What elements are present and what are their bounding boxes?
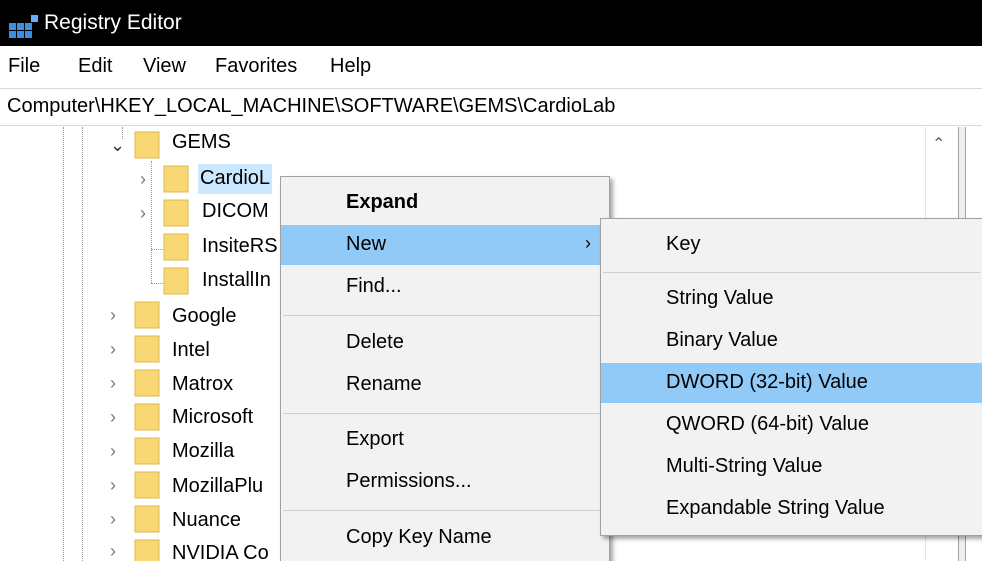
menu-separator — [283, 315, 607, 316]
menu-item-binary-value[interactable]: Binary Value — [601, 321, 982, 361]
tree-item-nuance[interactable]: Nuance — [172, 509, 241, 532]
menu-item-copy-key-name[interactable]: Copy Key Name — [281, 518, 609, 558]
tree-item-cardiolab[interactable]: CardioL — [198, 164, 273, 194]
registry-editor-icon — [9, 15, 38, 38]
title-bar: Registry Editor — [0, 0, 982, 46]
tree-item-insiters[interactable]: InsiteRS — [202, 235, 278, 258]
collapse-chevron-icon[interactable]: ⌄ — [110, 135, 125, 156]
context-menu: Expand New › Find... Delete Rename Expor… — [280, 176, 610, 561]
menu-item-multi-string-value[interactable]: Multi-String Value — [601, 447, 982, 487]
menu-item-new[interactable]: New › — [281, 225, 609, 265]
window-title: Registry Editor — [44, 11, 182, 34]
menu-item-label: Rename — [346, 373, 422, 395]
menu-item-label: Expand — [346, 191, 419, 213]
menu-view[interactable]: View — [143, 55, 186, 78]
menu-item-delete[interactable]: Delete — [281, 323, 609, 363]
folder-icon — [163, 165, 189, 193]
menu-item-expandable-string-value[interactable]: Expandable String Value — [601, 489, 982, 529]
menu-item-qword-value[interactable]: QWORD (64-bit) Value — [601, 405, 982, 445]
menu-edit[interactable]: Edit — [78, 55, 112, 78]
expand-chevron-icon[interactable]: › — [110, 541, 116, 561]
address-bar[interactable]: Computer\HKEY_LOCAL_MACHINE\SOFTWARE\GEM… — [0, 88, 982, 126]
tree-item-nvidia[interactable]: NVIDIA Co — [172, 542, 269, 561]
menu-item-rename[interactable]: Rename — [281, 365, 609, 405]
tree-item-gems[interactable]: GEMS — [172, 131, 231, 154]
menu-item-label: Key — [666, 233, 701, 255]
menu-item-key[interactable]: Key — [601, 225, 982, 265]
menu-item-find[interactable]: Find... — [281, 267, 609, 307]
folder-icon — [134, 301, 160, 329]
tree-guide-line — [82, 127, 83, 561]
menu-item-label: Binary Value — [666, 329, 778, 351]
folder-icon — [134, 335, 160, 363]
expand-chevron-icon[interactable]: › — [110, 305, 116, 326]
tree-guide-line — [63, 127, 64, 561]
menu-item-label: Export — [346, 428, 404, 450]
expand-chevron-icon[interactable]: › — [110, 339, 116, 360]
tree-guide-line — [151, 161, 152, 283]
scroll-up-arrow-icon[interactable]: ⌃ — [932, 134, 945, 154]
expand-chevron-icon[interactable]: › — [110, 373, 116, 394]
menu-help[interactable]: Help — [330, 55, 371, 78]
new-submenu: Key String Value Binary Value DWORD (32-… — [600, 218, 982, 536]
menu-bar: File Edit View Favorites Help — [0, 46, 982, 88]
folder-icon — [134, 539, 160, 561]
menu-separator — [603, 272, 980, 273]
tree-item-google[interactable]: Google — [172, 305, 237, 328]
folder-icon — [163, 267, 189, 295]
menu-item-label: Find... — [346, 275, 402, 297]
menu-item-label: Delete — [346, 331, 404, 353]
folder-icon — [134, 505, 160, 533]
menu-item-label: String Value — [666, 287, 774, 309]
menu-item-label: Multi-String Value — [666, 455, 823, 477]
menu-separator — [283, 413, 607, 414]
folder-icon — [134, 369, 160, 397]
expand-chevron-icon[interactable]: › — [140, 169, 146, 190]
expand-chevron-icon[interactable]: › — [140, 203, 146, 224]
menu-item-string-value[interactable]: String Value — [601, 279, 982, 319]
menu-item-permissions[interactable]: Permissions... — [281, 462, 609, 502]
tree-item-installin[interactable]: InstallIn — [202, 269, 271, 292]
folder-icon — [163, 199, 189, 227]
tree-item-mozilla[interactable]: Mozilla — [172, 440, 234, 463]
folder-icon — [134, 437, 160, 465]
tree-item-dicom[interactable]: DICOM — [202, 200, 269, 223]
tree-item-intel[interactable]: Intel — [172, 339, 210, 362]
folder-icon — [134, 403, 160, 431]
menu-item-export[interactable]: Export — [281, 420, 609, 460]
folder-icon — [134, 471, 160, 499]
folder-icon — [134, 131, 160, 159]
expand-chevron-icon[interactable]: › — [110, 475, 116, 496]
menu-item-label: DWORD (32-bit) Value — [666, 371, 868, 393]
menu-item-label: Expandable String Value — [666, 497, 885, 519]
tree-item-matrox[interactable]: Matrox — [172, 373, 233, 396]
menu-separator — [283, 510, 607, 511]
submenu-arrow-icon: › — [585, 233, 591, 253]
expand-chevron-icon[interactable]: › — [110, 509, 116, 530]
tree-item-mozillaplugins[interactable]: MozillaPlu — [172, 475, 263, 498]
expand-chevron-icon[interactable]: › — [110, 407, 116, 428]
menu-item-label: Copy Key Name — [346, 526, 492, 548]
folder-icon — [163, 233, 189, 261]
menu-item-label: Permissions... — [346, 470, 472, 492]
menu-item-label: QWORD (64-bit) Value — [666, 413, 870, 435]
menu-file[interactable]: File — [8, 55, 40, 78]
menu-item-expand[interactable]: Expand — [281, 183, 609, 223]
menu-item-dword-value[interactable]: DWORD (32-bit) Value — [601, 363, 982, 403]
expand-chevron-icon[interactable]: › — [110, 441, 116, 462]
tree-item-microsoft[interactable]: Microsoft — [172, 406, 253, 429]
menu-item-label: New — [346, 233, 387, 255]
menu-favorites[interactable]: Favorites — [215, 55, 297, 78]
address-path: Computer\HKEY_LOCAL_MACHINE\SOFTWARE\GEM… — [7, 95, 616, 117]
